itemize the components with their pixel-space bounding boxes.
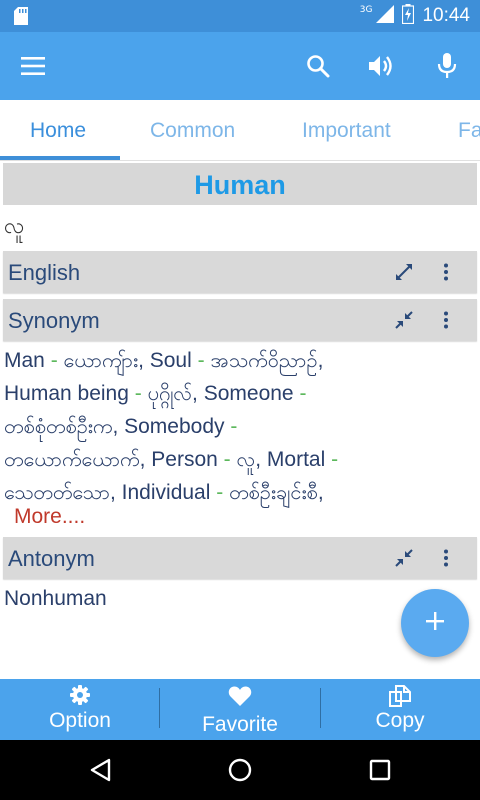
- hamburger-menu-icon[interactable]: [5, 32, 61, 100]
- synonym-en[interactable]: Man: [4, 349, 45, 372]
- network-type-label: 3G: [359, 5, 373, 15]
- section-synonym-label: Synonym: [8, 308, 100, 333]
- app-toolbar: [0, 32, 480, 100]
- more-vert-icon[interactable]: [433, 545, 459, 571]
- synonym-my: တစ်စုံတစ်ဦးက: [4, 414, 113, 438]
- favorite-button[interactable]: Favorite: [160, 679, 320, 740]
- option-label: Option: [49, 709, 111, 732]
- bottom-action-bar: Option Favorite Copy: [0, 679, 480, 740]
- tab-common[interactable]: Common: [150, 100, 235, 160]
- synonym-en[interactable]: Soul: [150, 349, 192, 372]
- back-icon[interactable]: [60, 740, 140, 800]
- signal-icon: [376, 4, 395, 28]
- word-translation: လူ: [4, 214, 25, 239]
- option-button[interactable]: Option: [0, 679, 160, 740]
- speaker-icon[interactable]: [354, 32, 410, 100]
- home-icon[interactable]: [200, 740, 280, 800]
- gear-icon: [0, 685, 160, 707]
- add-fab-button[interactable]: [401, 589, 469, 657]
- antonym-list: Nonhuman: [4, 587, 107, 611]
- tab-home[interactable]: Home: [30, 100, 86, 160]
- microphone-icon[interactable]: [419, 32, 475, 100]
- copy-icon: [320, 685, 480, 707]
- battery-icon: [402, 3, 415, 29]
- synonym-en[interactable]: Mortal: [267, 448, 325, 471]
- synonym-en[interactable]: Individual: [122, 481, 211, 504]
- more-synonyms-link[interactable]: More....: [14, 505, 85, 529]
- synonym-en[interactable]: Someone: [204, 382, 294, 405]
- synonym-en[interactable]: Person: [151, 448, 218, 471]
- word-title: Human: [3, 163, 477, 205]
- synonym-my: ပုဂ္ဂိုလ်: [147, 381, 193, 405]
- section-antonym-label: Antonym: [8, 546, 95, 571]
- more-vert-icon[interactable]: [433, 307, 459, 333]
- synonym-my: တယောက်ယောက်: [4, 447, 140, 471]
- favorite-label: Favorite: [202, 713, 278, 736]
- recents-icon[interactable]: [340, 740, 420, 800]
- synonym-en[interactable]: Somebody: [124, 415, 224, 438]
- synonym-en[interactable]: Human being: [4, 382, 129, 405]
- tab-bar: Home Common Important Fa: [0, 100, 480, 161]
- tab-favorite[interactable]: Fa: [458, 100, 480, 160]
- more-vert-icon[interactable]: [433, 259, 459, 285]
- collapse-icon[interactable]: [391, 307, 417, 333]
- section-synonym-header[interactable]: Synonym: [3, 299, 477, 341]
- synonym-my: တစ်ဦးချင်းစီ: [229, 480, 318, 504]
- status-bar: 3G 10:44: [0, 0, 480, 32]
- search-icon[interactable]: [290, 32, 346, 100]
- tab-indicator: [0, 156, 120, 160]
- clock-time: 10:44: [422, 5, 470, 26]
- synonym-my: သေတတ်သော: [4, 480, 110, 504]
- tab-important[interactable]: Important: [302, 100, 391, 160]
- section-english-header[interactable]: English: [3, 251, 477, 293]
- heart-icon: [160, 685, 320, 707]
- synonym-my: အသက်ဝိညာဉ်: [210, 348, 318, 372]
- expand-icon[interactable]: [391, 259, 417, 285]
- collapse-icon[interactable]: [391, 545, 417, 571]
- section-antonym-header[interactable]: Antonym: [3, 537, 477, 579]
- system-nav-bar: [0, 740, 480, 800]
- copy-label: Copy: [375, 709, 425, 732]
- synonym-my: ယောကျ်ား: [63, 348, 139, 372]
- copy-button[interactable]: Copy: [320, 679, 480, 740]
- synonym-my: လူ: [236, 447, 256, 471]
- section-english-label: English: [8, 260, 81, 285]
- synonym-list: Man - ယောကျ်ား, Soul - အသက်ဝိညာဉ်, Human…: [4, 348, 339, 504]
- plus-icon: [425, 611, 445, 635]
- sd-card-icon: [14, 7, 28, 29]
- antonym-item[interactable]: Nonhuman: [4, 587, 107, 610]
